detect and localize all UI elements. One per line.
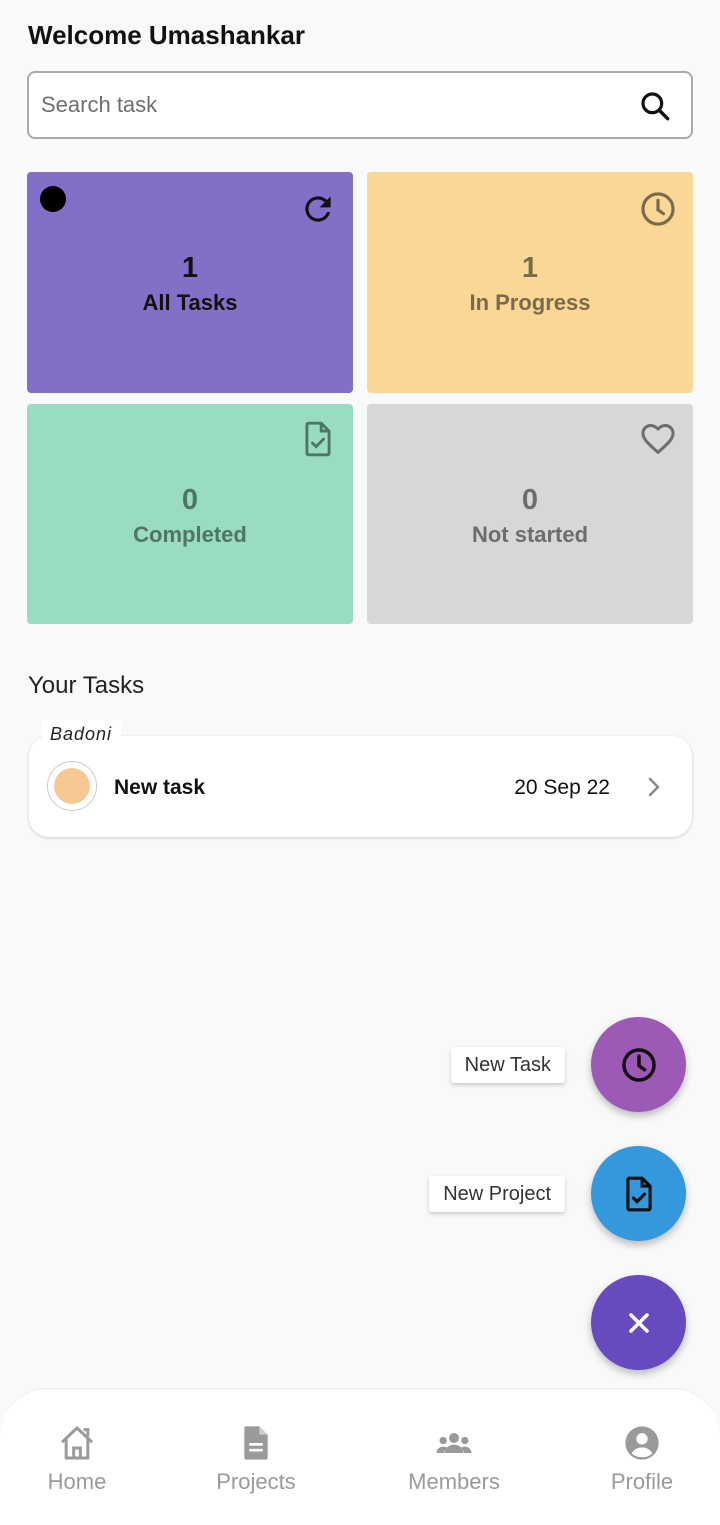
document-check-icon <box>626 1176 652 1212</box>
people-icon <box>436 1433 472 1453</box>
nav-item-profile[interactable]: Profile <box>562 1389 720 1525</box>
new-project-button[interactable] <box>591 1146 686 1241</box>
search-icon[interactable] <box>639 90 671 122</box>
completed-label: Completed <box>133 522 247 547</box>
nav-item-projects[interactable]: Projects <box>176 1389 336 1525</box>
all-tasks-card[interactable]: 1 All Tasks <box>27 172 353 393</box>
not-started-card[interactable]: 0 Not started <box>367 404 693 624</box>
clock-icon <box>641 192 675 226</box>
nav-item-home[interactable]: Home <box>0 1389 157 1525</box>
welcome-title: Welcome Umashankar <box>28 20 305 50</box>
nav-label-members: Members <box>408 1469 500 1494</box>
heart-icon <box>641 424 675 454</box>
close-icon <box>629 1313 649 1333</box>
completed-count: 0 <box>181 484 199 516</box>
nav-label-projects: Projects <box>216 1469 296 1494</box>
task-name: New task <box>114 776 206 799</box>
task-status-indicator <box>47 761 97 811</box>
in-progress-count: 1 <box>521 252 539 284</box>
search-input[interactable] <box>41 73 621 137</box>
in-progress-label: In Progress <box>469 290 591 315</box>
task-date: 20 Sep 22 <box>514 776 610 799</box>
chevron-right-icon[interactable] <box>644 775 664 799</box>
bottom-navigation: Home Projects Members Profile <box>0 1388 720 1525</box>
new-task-button[interactable] <box>591 1017 686 1112</box>
your-tasks-title: Your Tasks <box>28 672 145 699</box>
task-project-tag: Badoni <box>42 720 122 748</box>
new-project-label[interactable]: New Project <box>429 1176 565 1212</box>
nav-label-home: Home <box>47 1469 107 1494</box>
new-task-label[interactable]: New Task <box>450 1047 565 1083</box>
all-tasks-count: 1 <box>181 252 199 284</box>
all-tasks-label: All Tasks <box>142 290 238 315</box>
clock-icon <box>622 1048 656 1082</box>
not-started-label: Not started <box>471 522 589 547</box>
nav-label-profile: Profile <box>610 1469 674 1494</box>
in-progress-card[interactable]: 1 In Progress <box>367 172 693 393</box>
home-icon <box>60 1426 94 1460</box>
task-row[interactable]: New task 20 Sep 22 <box>29 736 692 837</box>
completed-card[interactable]: 0 Completed <box>27 404 353 624</box>
task-status-fill <box>54 768 90 804</box>
status-dot <box>40 186 66 212</box>
home-screen: Welcome Umashankar 1 All Tasks 1 In Prog… <box>0 0 720 1525</box>
refresh-icon <box>305 196 331 222</box>
search-box[interactable] <box>27 71 693 139</box>
document-icon <box>244 1426 268 1460</box>
nav-item-members[interactable]: Members <box>374 1389 534 1525</box>
account-icon <box>625 1426 659 1460</box>
document-check-icon <box>305 421 331 457</box>
close-menu-button[interactable] <box>591 1275 686 1370</box>
not-started-count: 0 <box>521 484 539 516</box>
